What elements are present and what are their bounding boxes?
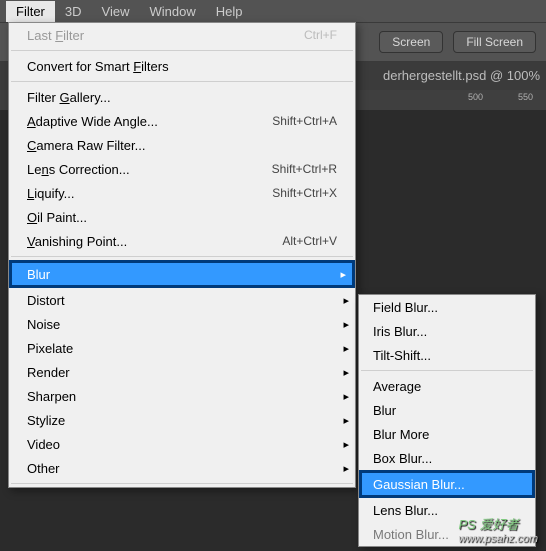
menuitem-oil-paint[interactable]: Oil Paint... [9,205,355,229]
menuitem-label: Camera Raw Filter... [27,138,337,153]
menuitem-adaptive-wide-angle[interactable]: Adaptive Wide Angle... Shift+Ctrl+A [9,109,355,133]
menuitem-vanishing-point[interactable]: Vanishing Point... Alt+Ctrl+V [9,229,355,253]
menubar: Filter 3D View Window Help [0,0,546,22]
separator [361,370,533,371]
menuitem-label: Gaussian Blur... [373,477,521,492]
menuitem-label: Filter Gallery... [27,90,337,105]
fill-screen-button[interactable]: Fill Screen [453,31,536,53]
menuitem-label: Pixelate [27,341,337,356]
menuitem-pixelate[interactable]: Pixelate [9,336,355,360]
menuitem-field-blur[interactable]: Field Blur... [359,295,535,319]
menuitem-label: Iris Blur... [373,324,521,339]
watermark: PS 爱好者 www.psahz.com [459,514,538,545]
separator [11,256,353,257]
menuitem-label: Stylize [27,413,337,428]
watermark-logo: PS 爱好者 [459,517,519,532]
menuitem-blur-more[interactable]: Blur More [359,422,535,446]
menuitem-label: Oil Paint... [27,210,337,225]
menuitem-video[interactable]: Video [9,432,355,456]
menuitem-lens-correction[interactable]: Lens Correction... Shift+Ctrl+R [9,157,355,181]
ruler-tick: 550 [518,92,533,102]
menuitem-label: Average [373,379,521,394]
menuitem-shortcut: Shift+Ctrl+R [272,162,337,176]
menuitem-distort[interactable]: Distort [9,288,355,312]
menuitem-label: Distort [27,293,337,308]
screen-button[interactable]: Screen [379,31,443,53]
menuitem-convert-smart[interactable]: Convert for Smart Filters [9,54,355,78]
watermark-url: www.psahz.com [459,533,538,545]
filter-dropdown: Last Filter Ctrl+F Convert for Smart Fil… [8,22,356,488]
menuitem-shortcut: Ctrl+F [304,28,337,42]
menuitem-label: Vanishing Point... [27,234,282,249]
menuitem-label: Convert for Smart Filters [27,59,337,74]
menuitem-label: Other [27,461,337,476]
menuitem-label: Blur More [373,427,521,442]
separator [11,81,353,82]
menuitem-label: Box Blur... [373,451,521,466]
menuitem-blur[interactable]: Blur [9,260,355,288]
menuitem-label: Last Filter [27,28,304,43]
menuitem-other[interactable]: Other [9,456,355,480]
menu-filter[interactable]: Filter [6,1,55,22]
menuitem-label: Adaptive Wide Angle... [27,114,272,129]
menuitem-iris-blur[interactable]: Iris Blur... [359,319,535,343]
menuitem-average[interactable]: Average [359,374,535,398]
menuitem-box-blur[interactable]: Box Blur... [359,446,535,470]
menuitem-label: Video [27,437,337,452]
menuitem-label: Blur [27,267,337,282]
menuitem-label: Render [27,365,337,380]
separator [11,483,353,484]
menuitem-gaussian-blur[interactable]: Gaussian Blur... [359,470,535,498]
menuitem-tilt-shift[interactable]: Tilt-Shift... [359,343,535,367]
menuitem-filter-gallery[interactable]: Filter Gallery... [9,85,355,109]
menu-3d[interactable]: 3D [55,1,92,22]
menu-help[interactable]: Help [206,1,253,22]
separator [11,50,353,51]
menuitem-label: Field Blur... [373,300,521,315]
menu-window[interactable]: Window [139,1,205,22]
menuitem-sharpen[interactable]: Sharpen [9,384,355,408]
menuitem-shortcut: Shift+Ctrl+A [272,114,337,128]
menuitem-label: Noise [27,317,337,332]
menu-view[interactable]: View [92,1,140,22]
menuitem-stylize[interactable]: Stylize [9,408,355,432]
menuitem-blur[interactable]: Blur [359,398,535,422]
menuitem-render[interactable]: Render [9,360,355,384]
ruler-tick: 500 [468,92,483,102]
menuitem-camera-raw[interactable]: Camera Raw Filter... [9,133,355,157]
menuitem-label: Blur [373,403,521,418]
menuitem-label: Tilt-Shift... [373,348,521,363]
menuitem-label: Sharpen [27,389,337,404]
menuitem-liquify[interactable]: Liquify... Shift+Ctrl+X [9,181,355,205]
menuitem-last-filter: Last Filter Ctrl+F [9,23,355,47]
blur-submenu: Field Blur... Iris Blur... Tilt-Shift...… [358,294,536,547]
menuitem-noise[interactable]: Noise [9,312,355,336]
menuitem-shortcut: Alt+Ctrl+V [282,234,337,248]
menuitem-shortcut: Shift+Ctrl+X [272,186,337,200]
menuitem-label: Lens Correction... [27,162,272,177]
menuitem-label: Liquify... [27,186,272,201]
